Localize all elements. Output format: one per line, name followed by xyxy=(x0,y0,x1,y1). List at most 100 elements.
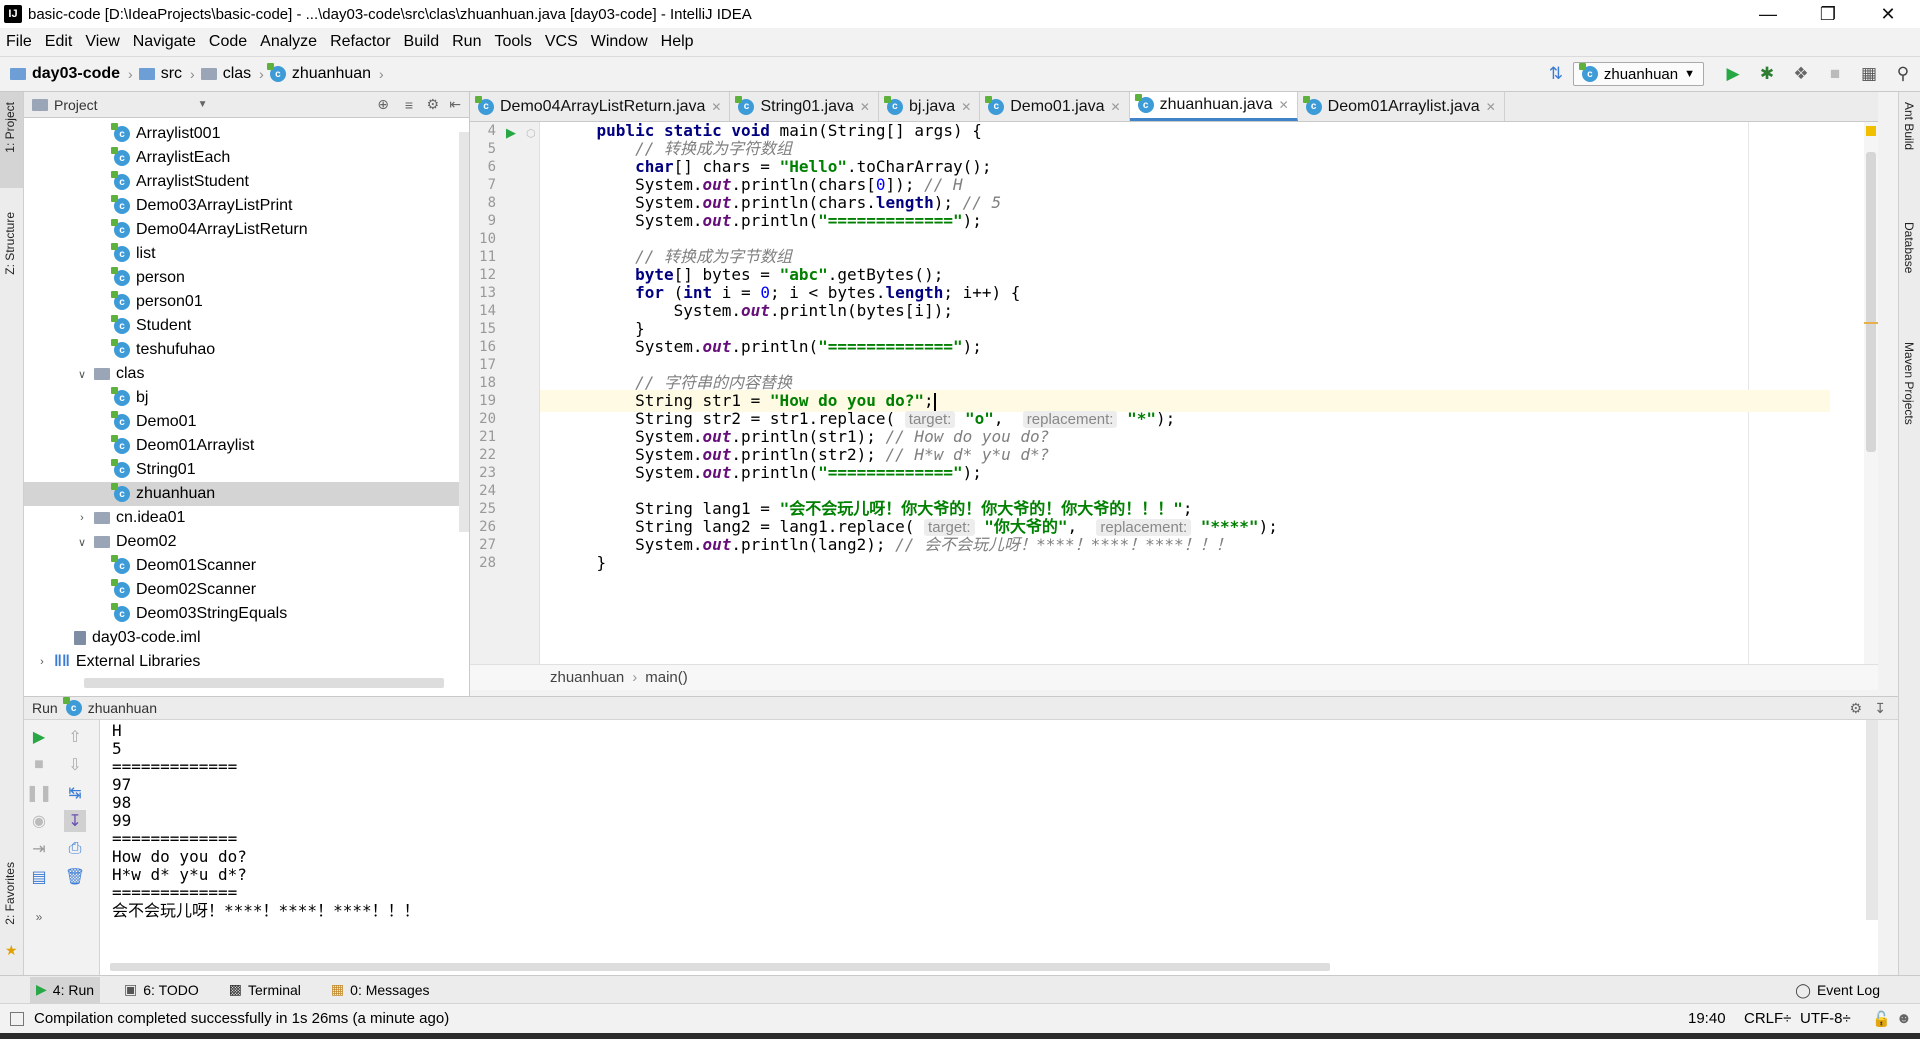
close-button[interactable]: ✕ xyxy=(1860,0,1916,28)
close-tab-icon[interactable]: ✕ xyxy=(1111,100,1121,114)
tree-item[interactable]: c person01 xyxy=(24,290,469,314)
tree-item[interactable]: › ‖‖ External Libraries xyxy=(24,650,469,674)
minimize-button[interactable]: — xyxy=(1740,0,1796,28)
breadcrumb-module[interactable]: day03-code › xyxy=(10,65,133,83)
breadcrumb-package[interactable]: clas › xyxy=(200,65,264,83)
tree-item[interactable]: c Demo03ArrayListPrint xyxy=(24,194,469,218)
restore-button[interactable]: ❐ xyxy=(1800,0,1856,28)
menu-view[interactable]: View xyxy=(85,33,127,51)
structure-tool-tab[interactable]: Z: Structure xyxy=(3,212,17,275)
event-log-tab[interactable]: ◯ Event Log xyxy=(1795,976,1880,1004)
chevron-right-icon[interactable]: › xyxy=(74,512,90,524)
vertical-scrollbar[interactable] xyxy=(459,132,469,532)
stop-icon[interactable]: ■ xyxy=(28,754,50,776)
console-vertical-scrollbar[interactable] xyxy=(1866,720,1878,920)
gear-icon[interactable]: ⚙ xyxy=(1849,700,1862,717)
more-icon[interactable]: » xyxy=(28,906,50,928)
inspection-status-icon[interactable] xyxy=(1866,126,1876,136)
tree-item[interactable]: c ArraylistEach xyxy=(24,146,469,170)
tree-item[interactable]: c Deom03StringEquals xyxy=(24,602,469,626)
menu-build[interactable]: Build xyxy=(404,33,448,51)
chevron-down-icon[interactable]: ∨ xyxy=(74,368,90,381)
close-tab-icon[interactable]: ✕ xyxy=(1279,98,1289,112)
tree-item[interactable]: day03-code.iml xyxy=(24,626,469,650)
pause-icon[interactable]: ❚❚ xyxy=(26,782,53,804)
tree-item[interactable]: c zhuanhuan xyxy=(24,482,469,506)
console-output[interactable]: H 5 ============= 97 98 99 ============= How do… xyxy=(100,720,1878,975)
collapse-all-icon[interactable]: ≡ xyxy=(405,97,413,113)
clear-all-icon[interactable]: 🗑 xyxy=(64,866,86,888)
breadcrumb-class[interactable]: zhuanhuan xyxy=(550,669,624,686)
tree-item[interactable]: c Student xyxy=(24,314,469,338)
project-structure-icon[interactable]: ▦ xyxy=(1858,63,1880,85)
menu-refactor[interactable]: Refactor xyxy=(330,33,398,51)
menu-vcs[interactable]: VCS xyxy=(545,33,586,51)
favorites-tool-tab[interactable]: 2: Favorites xyxy=(3,862,17,925)
tool-tab-run[interactable]: ▶ 4: Run xyxy=(30,976,101,1003)
tool-tab-terminal[interactable]: ▩ Terminal xyxy=(223,977,307,1003)
tree-item[interactable]: c Demo01 xyxy=(24,410,469,434)
soft-wrap-icon[interactable]: ↹ xyxy=(64,782,86,804)
hide-panel-icon[interactable]: ↧ xyxy=(1874,700,1886,717)
tree-item[interactable]: c Deom02Scanner xyxy=(24,578,469,602)
locate-icon[interactable]: ⊕ xyxy=(377,96,389,113)
project-view-selector[interactable]: Project xyxy=(54,97,98,113)
search-icon[interactable]: ⚲ xyxy=(1892,63,1914,85)
editor-tab[interactable]: c Deom01Arraylist.java ✕ xyxy=(1298,92,1505,121)
down-arrow-icon[interactable]: ⇩ xyxy=(64,754,86,776)
run-icon[interactable]: ▶ xyxy=(1722,63,1744,85)
tool-tab-todo[interactable]: ▣ 6: TODO xyxy=(118,977,205,1003)
breadcrumb-method[interactable]: main() xyxy=(645,669,688,686)
caret-position[interactable]: 19:40 xyxy=(1688,1010,1726,1027)
editor-scrollbar[interactable] xyxy=(1864,122,1878,664)
menu-file[interactable]: File xyxy=(6,33,40,51)
menu-help[interactable]: Help xyxy=(661,33,702,51)
chevron-right-icon[interactable]: › xyxy=(34,656,50,668)
chevron-down-icon[interactable]: ▼ xyxy=(198,99,208,110)
database-tab[interactable]: Database xyxy=(1902,222,1916,273)
menu-edit[interactable]: Edit xyxy=(45,33,81,51)
editor-tab[interactable]: c String01.java ✕ xyxy=(730,92,879,121)
code-editor[interactable]: ▶ ⬡ 4 public static void main(String[] a… xyxy=(470,122,1878,664)
tree-item[interactable]: ∨ Deom02 xyxy=(24,530,469,554)
menu-navigate[interactable]: Navigate xyxy=(133,33,204,51)
line-separator[interactable]: CRLF÷ xyxy=(1744,1010,1791,1027)
tree-item[interactable]: c String01 xyxy=(24,458,469,482)
menu-analyze[interactable]: Analyze xyxy=(260,33,325,51)
gear-icon[interactable]: ⚙ xyxy=(426,96,439,113)
print-icon[interactable]: ⎙ xyxy=(64,838,86,860)
tree-item[interactable]: c person xyxy=(24,266,469,290)
sort-icon[interactable]: ⇅ xyxy=(1545,63,1567,85)
maven-projects-tab[interactable]: Maven Projects xyxy=(1902,342,1916,425)
tool-windows-toggle-icon[interactable] xyxy=(10,1011,24,1026)
close-tab-icon[interactable]: ✕ xyxy=(961,100,971,114)
menu-run[interactable]: Run xyxy=(452,33,489,51)
run-config-tab[interactable]: zhuanhuan xyxy=(88,700,157,716)
tree-item[interactable]: c Demo04ArrayListReturn xyxy=(24,218,469,242)
camera-icon[interactable]: ◉ xyxy=(28,810,50,832)
ant-build-tab[interactable]: Ant Build xyxy=(1902,102,1916,150)
tool-tab-messages[interactable]: ▦ 0: Messages xyxy=(325,977,436,1003)
file-encoding[interactable]: UTF-8÷ xyxy=(1800,1010,1851,1027)
run-configuration-select[interactable]: c zhuanhuan ▼ xyxy=(1572,62,1704,86)
close-tab-icon[interactable]: ✕ xyxy=(711,100,721,114)
menu-code[interactable]: Code xyxy=(209,33,255,51)
menu-tools[interactable]: Tools xyxy=(494,33,539,51)
status-message[interactable]: Compilation completed successfully in 1s… xyxy=(34,1010,449,1027)
editor-tab[interactable]: c Demo01.java ✕ xyxy=(980,92,1130,121)
debug-icon[interactable]: ✱ xyxy=(1756,63,1778,85)
lock-icon[interactable]: 🔓 xyxy=(1872,1010,1891,1028)
breadcrumb-class[interactable]: c zhuanhuan › xyxy=(266,63,384,83)
tree-item[interactable]: c bj xyxy=(24,386,469,410)
code-line[interactable]: } xyxy=(540,552,1830,574)
editor-tab[interactable]: c bj.java ✕ xyxy=(879,92,981,121)
tree-item[interactable]: c list xyxy=(24,242,469,266)
scroll-to-end-icon[interactable]: ↧ xyxy=(64,810,86,832)
exit-icon[interactable]: ⇥ xyxy=(28,838,50,860)
stop-icon[interactable]: ■ xyxy=(1824,63,1846,85)
close-tab-icon[interactable]: ✕ xyxy=(1486,100,1496,114)
editor-tab[interactable]: c Demo04ArrayListReturn.java ✕ xyxy=(470,92,731,121)
menu-window[interactable]: Window xyxy=(591,33,656,51)
tree-item[interactable]: c teshufuhao xyxy=(24,338,469,362)
tree-item[interactable]: c Deom01Arraylist xyxy=(24,434,469,458)
